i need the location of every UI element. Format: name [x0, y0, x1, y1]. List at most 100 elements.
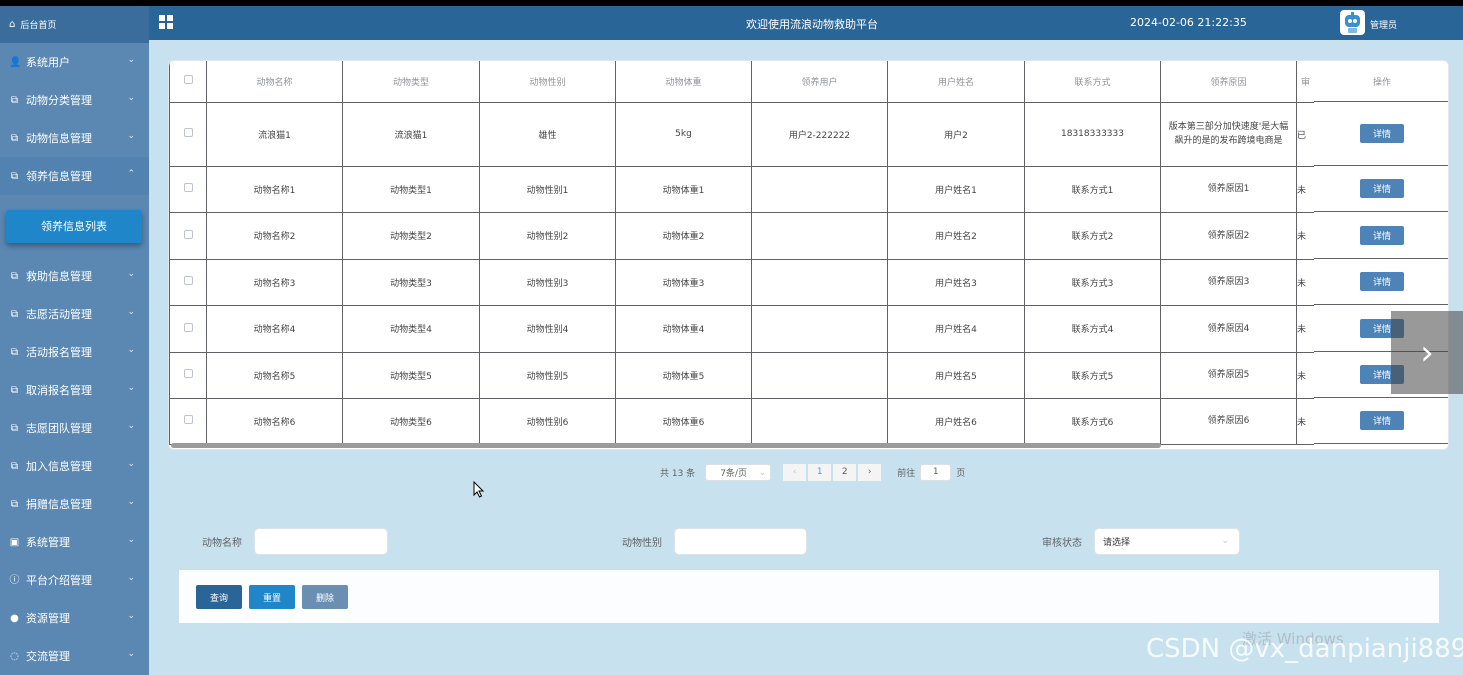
table-cell: 动物体重5 — [615, 351, 752, 399]
info-icon: ⓘ — [9, 574, 20, 586]
table-row[interactable]: 动物名称3 动物类型3 动物性别3 动物体重3 用户姓名3 联系方式3 领养原因3 未 — [169, 258, 1315, 306]
sidebar-item-1[interactable]: ⧉ 动物分类管理 ⌄ — [0, 81, 149, 119]
delete-button[interactable]: 删除 — [302, 585, 348, 609]
edit-icon: ⧉ — [10, 94, 19, 106]
chevron-right-icon: › — [867, 467, 872, 477]
query-button[interactable]: 查询 — [196, 585, 242, 609]
table-cell: 动物性别5 — [479, 351, 616, 399]
detail-button[interactable]: 详情 — [1360, 272, 1404, 291]
detail-button[interactable]: 详情 — [1360, 124, 1404, 143]
column-header: 动物类型 — [342, 61, 480, 103]
sidebar-item-5[interactable]: ⧉ 志愿活动管理 ⌄ — [0, 295, 149, 333]
next-page-button[interactable]: › — [858, 463, 882, 481]
sidebar-item-8[interactable]: ⧉ 志愿团队管理 ⌄ — [0, 409, 149, 447]
sidebar-item-6[interactable]: ⧉ 活动报名管理 ⌄ — [0, 333, 149, 371]
table-row[interactable]: 动物名称4 动物类型4 动物性别4 动物体重4 用户姓名4 联系方式4 领养原因4 未 — [169, 304, 1315, 353]
table-row[interactable]: 动物名称1 动物类型1 动物性别1 动物体重1 用户姓名1 联系方式1 领养原因1 未 — [169, 165, 1315, 213]
page-2-button[interactable]: 2 — [833, 463, 857, 481]
row-select-cell[interactable] — [169, 397, 207, 445]
page-1-button[interactable]: 1 — [808, 463, 832, 481]
sidebar-item-13[interactable]: ● 资源管理 ⌄ — [0, 599, 149, 637]
table-cell: 动物名称6 — [206, 397, 343, 445]
prev-page-button[interactable]: ‹ — [783, 463, 807, 481]
detail-button[interactable]: 详情 — [1360, 179, 1404, 198]
table-row[interactable]: 动物名称5 动物类型5 动物性别5 动物体重5 用户姓名5 联系方式5 领养原因5 未 — [169, 351, 1315, 399]
detail-button[interactable]: 详情 — [1360, 411, 1404, 430]
data-table: 动物名称 动物类型 动物性别 动物体重 领养用户 用户姓名 联系方式 领养原因审 流浪猫1 流浪… — [169, 61, 1315, 445]
review-status-select[interactable]: 请选择 ⌄ — [1094, 528, 1240, 555]
next-arrow-button[interactable]: › — [1391, 311, 1463, 394]
column-header: 动物性别 — [479, 61, 616, 103]
table-cell: 未 — [1296, 397, 1315, 445]
goto-page-input[interactable]: 1 — [920, 463, 952, 481]
column-header: 联系方式 — [1024, 61, 1161, 103]
reset-button[interactable]: 重置 — [249, 585, 295, 609]
row-select-cell[interactable] — [169, 101, 207, 167]
sidebar-item-label: 志愿活动管理 — [26, 308, 92, 321]
table-row[interactable]: 动物名称6 动物类型6 动物性别6 动物体重6 用户姓名6 联系方式6 领养原因6 未 — [169, 397, 1315, 445]
column-header: 领养原因 — [1160, 61, 1297, 103]
sidebar-item-label: 系统用户 — [26, 56, 70, 69]
table-cell: 流浪猫1 — [206, 101, 343, 167]
edit-icon: ⧉ — [10, 132, 19, 144]
row-checkbox[interactable] — [183, 229, 193, 239]
sidebar-item-4[interactable]: ⧉ 救助信息管理 ⌄ — [0, 257, 149, 295]
home-icon: ⌂ — [9, 19, 16, 30]
detail-button[interactable]: 详情 — [1360, 225, 1404, 245]
sidebar-item-11[interactable]: ▣ 系统管理 ⌄ — [0, 523, 149, 561]
sidebar-item-10[interactable]: ⧉ 捐赠信息管理 ⌄ — [0, 485, 149, 523]
row-select-cell[interactable] — [169, 258, 207, 306]
sidebar-item-3[interactable]: ⧉ 领养信息管理 ⌃ — [0, 157, 149, 195]
row-select-cell[interactable] — [169, 351, 207, 399]
column-header: 审 — [1296, 61, 1315, 103]
animal-name-input[interactable] — [254, 528, 388, 555]
animal-gender-input[interactable] — [674, 528, 807, 555]
sidebar-item-0[interactable]: 👤 系统用户 ⌄ — [0, 43, 149, 81]
avatar[interactable] — [1340, 10, 1365, 35]
row-checkbox[interactable] — [183, 369, 193, 378]
table-cell: 领养原因5 — [1160, 351, 1297, 399]
row-checkbox[interactable] — [183, 128, 193, 137]
sidebar-item-9[interactable]: ⧉ 加入信息管理 ⌄ — [0, 447, 149, 485]
sidebar-item-label: 捐赠信息管理 — [26, 498, 92, 511]
sidebar-item-12[interactable]: ⓘ 平台介绍管理 ⌄ — [0, 561, 149, 599]
row-checkbox[interactable] — [183, 322, 193, 332]
chevron-down-icon: ⌄ — [127, 535, 135, 545]
goto-suffix: 页 — [956, 468, 966, 479]
sidebar-item-label: 交流管理 — [26, 650, 70, 663]
horizontal-scrollbar[interactable] — [171, 443, 1161, 448]
table-cell: 领养原因3 — [1160, 258, 1297, 306]
edit-icon: ⧉ — [10, 308, 19, 320]
page-size-select[interactable]: 7条/页 ⌄ — [705, 463, 772, 481]
column-header: 领养用户 — [751, 61, 888, 103]
submenu-item-adoption-list[interactable]: 领养信息列表 — [6, 209, 142, 243]
sidebar-item-2[interactable]: ⧉ 动物信息管理 ⌄ — [0, 119, 149, 157]
table-cell: 用户姓名2 — [887, 211, 1025, 260]
table-row[interactable]: 流浪猫1 流浪猫1 雄性 5kg 用户2-222222 用户2 18318333333 版本第… — [169, 101, 1315, 167]
select-all-checkbox[interactable] — [183, 75, 193, 85]
row-select-cell[interactable] — [169, 165, 207, 213]
username[interactable]: 管理员 — [1370, 18, 1397, 31]
row-select-cell[interactable] — [169, 304, 207, 353]
row-checkbox[interactable] — [183, 183, 193, 192]
menu-grid-icon[interactable] — [158, 14, 174, 30]
operation-cell: 详情 — [1314, 102, 1448, 166]
table-cell — [751, 304, 888, 353]
sidebar-item-14[interactable]: ◌ 交流管理 ⌄ — [0, 637, 149, 675]
sidebar-item-7[interactable]: ⧉ 取消报名管理 ⌄ — [0, 371, 149, 409]
row-checkbox[interactable] — [183, 276, 193, 285]
table-body: 流浪猫1 流浪猫1 雄性 5kg 用户2-222222 用户2 18318333333 版本第… — [169, 101, 1315, 445]
sidebar-home[interactable]: ⌂ 后台首页 — [0, 6, 149, 43]
table-cell: 领养原因2 — [1160, 211, 1297, 260]
table-cell: 联系方式1 — [1024, 165, 1161, 213]
chevron-down-icon: ⌄ — [127, 459, 135, 469]
table-cell: 用户姓名5 — [887, 351, 1025, 399]
row-select-cell[interactable] — [169, 211, 207, 260]
chevron-down-icon: ⌄ — [127, 345, 135, 355]
select-all-cell[interactable] — [169, 61, 207, 103]
row-checkbox[interactable] — [183, 415, 193, 424]
table-row[interactable]: 动物名称2 动物类型2 动物性别2 动物体重2 用户姓名2 联系方式2 领养原因2 未 — [169, 211, 1315, 260]
table-cell: 联系方式5 — [1024, 351, 1161, 399]
operation-header: 操作 — [1314, 61, 1448, 102]
csdn-watermark: CSDN @vx_danpianji889 — [1146, 634, 1463, 664]
